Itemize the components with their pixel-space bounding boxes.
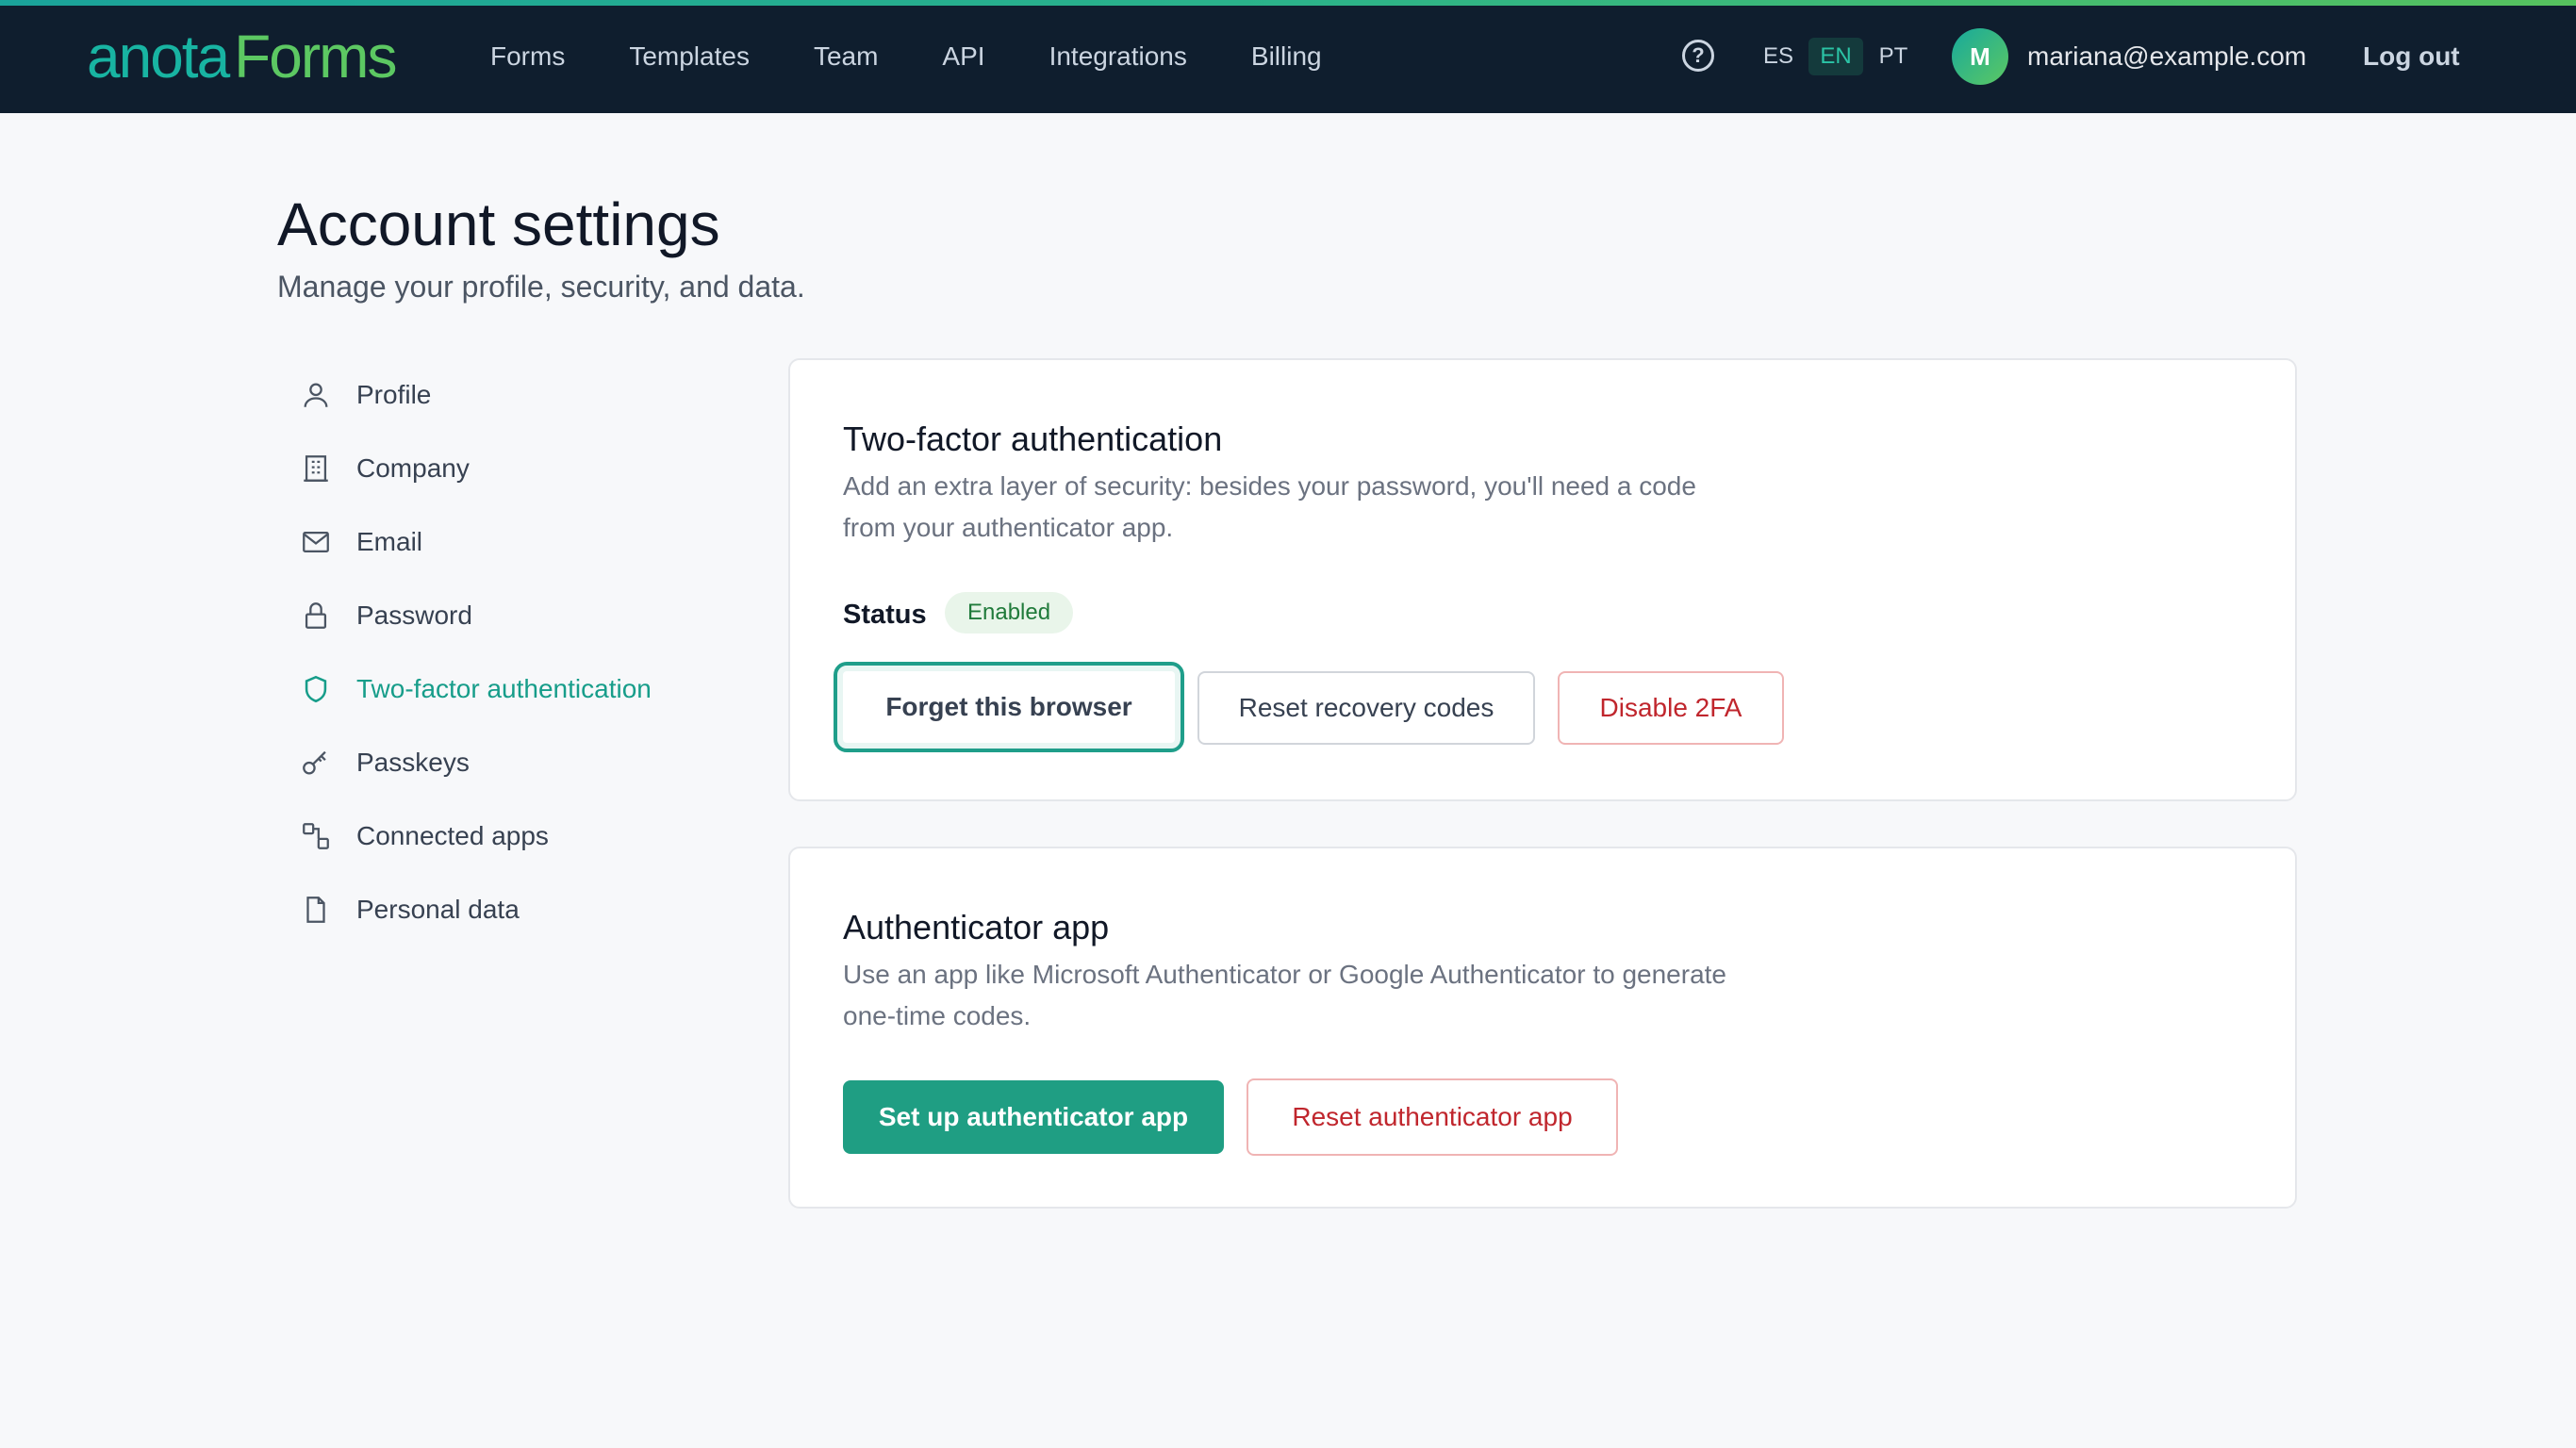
main-nav: Forms Templates Team API Integrations Bi…: [490, 0, 1386, 113]
settings-sidebar: Profile Company Email Password Two-facto…: [277, 358, 749, 946]
sidebar-item-company[interactable]: Company: [277, 432, 749, 505]
sidebar-item-personal-data[interactable]: Personal data: [277, 873, 749, 946]
forget-browser-button[interactable]: Forget this browser: [834, 662, 1184, 752]
sidebar-item-email[interactable]: Email: [277, 505, 749, 579]
page-title: Account settings: [277, 190, 720, 258]
file-icon: [300, 894, 332, 926]
reset-authenticator-button[interactable]: Reset authenticator app: [1247, 1078, 1618, 1156]
nav-api[interactable]: API: [942, 41, 984, 72]
nav-templates[interactable]: Templates: [629, 41, 750, 72]
connected-apps-icon: [300, 820, 332, 852]
logo-word-anota: anota: [87, 23, 230, 90]
sidebar-item-label: Password: [356, 601, 472, 630]
status-badge: Enabled: [945, 592, 1074, 634]
mail-icon: [300, 526, 332, 558]
page-subtitle: Manage your profile, security, and data.: [277, 270, 805, 304]
language-es[interactable]: ES: [1758, 38, 1799, 75]
logo-word-forms: Forms: [234, 23, 397, 90]
shield-icon: [300, 673, 332, 705]
key-icon: [300, 747, 332, 779]
user-icon: [300, 379, 332, 411]
disable-2fa-button[interactable]: Disable 2FA: [1558, 671, 1784, 745]
help-icon[interactable]: ?: [1682, 40, 1714, 72]
sidebar-item-password[interactable]: Password: [277, 579, 749, 652]
two-factor-title: Two-factor authentication: [843, 420, 1223, 458]
two-factor-description: Add an extra layer of security: besides …: [843, 471, 1696, 542]
sidebar-item-label: Company: [356, 453, 470, 483]
sidebar-item-label: Two-factor authentication: [356, 674, 652, 703]
sidebar-item-two-factor[interactable]: Two-factor authentication: [277, 652, 749, 726]
authenticator-app-card: Authenticator app Use an app like Micros…: [788, 847, 2297, 1209]
sidebar-item-passkeys[interactable]: Passkeys: [277, 726, 749, 799]
app-logo[interactable]: anota Forms: [87, 23, 397, 90]
sidebar-item-connected-apps[interactable]: Connected apps: [277, 799, 749, 873]
sidebar-item-label: Personal data: [356, 895, 520, 924]
logout-button[interactable]: Log out: [2363, 38, 2460, 75]
nav-integrations[interactable]: Integrations: [1049, 41, 1187, 72]
authenticator-title: Authenticator app: [843, 908, 1110, 946]
sidebar-item-label: Email: [356, 527, 423, 556]
language-pt[interactable]: PT: [1873, 38, 1914, 75]
status-label: Status: [843, 600, 927, 630]
reset-recovery-codes-button[interactable]: Reset recovery codes: [1197, 671, 1535, 745]
language-en[interactable]: EN: [1808, 38, 1863, 75]
top-navigation-bar: anota Forms Forms Templates Team API Int…: [0, 0, 2576, 113]
setup-authenticator-button[interactable]: Set up authenticator app: [843, 1080, 1224, 1154]
authenticator-description: Use an app like Microsoft Authenticator …: [843, 960, 1727, 1030]
nav-team[interactable]: Team: [814, 41, 878, 72]
sidebar-item-label: Connected apps: [356, 821, 549, 850]
building-icon: [300, 452, 332, 485]
nav-forms[interactable]: Forms: [490, 41, 565, 72]
avatar[interactable]: M: [1952, 28, 2008, 85]
lock-icon: [300, 600, 332, 632]
nav-billing[interactable]: Billing: [1251, 41, 1322, 72]
sidebar-item-label: Passkeys: [356, 748, 470, 777]
sidebar-item-profile[interactable]: Profile: [277, 358, 749, 432]
sidebar-item-label: Profile: [356, 380, 432, 409]
user-email[interactable]: mariana@example.com: [2027, 40, 2306, 74]
two-factor-card: Two-factor authentication Add an extra l…: [788, 358, 2297, 801]
